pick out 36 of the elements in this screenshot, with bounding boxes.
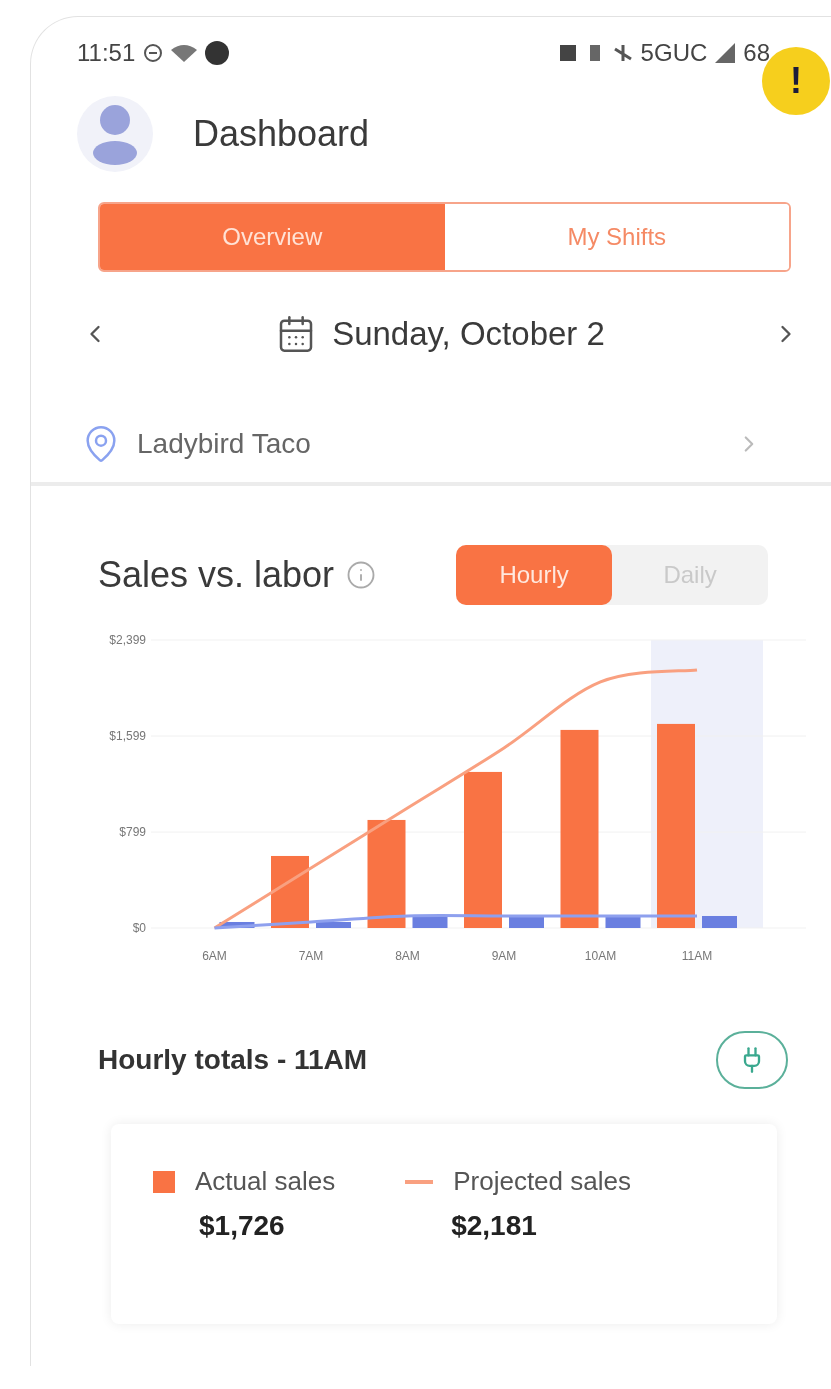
- plug-badge[interactable]: [716, 1031, 788, 1089]
- axis-label: $1,599: [109, 729, 146, 744]
- total-value: $2,181: [451, 1209, 538, 1243]
- mute-icon: [612, 43, 633, 63]
- axis-label: $0: [132, 921, 146, 935]
- network-label: 5GUC: [640, 38, 708, 68]
- axis-label: 9AM: [491, 949, 517, 963]
- status-time: 11:51: [77, 38, 136, 68]
- tab[interactable]: Overview: [100, 204, 445, 270]
- axis-label: $799: [119, 825, 146, 840]
- chart-bar: [316, 922, 351, 928]
- signal-icon: [715, 43, 736, 63]
- axis-label: $2,399: [109, 633, 146, 647]
- legend-label: Actual sales: [195, 1165, 336, 1198]
- info-icon: [346, 560, 377, 590]
- total-value: $1,726: [199, 1209, 286, 1243]
- axis-label: 7AM: [298, 949, 324, 963]
- page-title: Dashboard: [193, 112, 370, 156]
- toggle-option[interactable]: Hourly: [456, 545, 613, 605]
- legend-label: Projected sales: [453, 1165, 631, 1198]
- vibrate-icon: [588, 44, 601, 62]
- chart-bar: [219, 922, 255, 928]
- axis-label: 6AM: [202, 949, 227, 963]
- dnd-icon: [143, 43, 164, 63]
- axis-label: 8AM: [395, 949, 420, 963]
- location-name: Ladybird Taco: [137, 427, 311, 461]
- chart-bar: [702, 916, 737, 928]
- date-label: Sunday, October 2: [332, 314, 605, 355]
- axis-label: 11AM: [681, 949, 713, 963]
- location-row[interactable]: Ladybird Taco: [31, 406, 831, 486]
- section-title: Hourly totals - 11AM: [98, 1043, 368, 1077]
- nfc-icon: [558, 44, 577, 62]
- axis-label: 10AM: [584, 949, 617, 963]
- section-title: Sales vs. labor: [98, 553, 335, 597]
- wifi-icon: [171, 44, 198, 62]
- app-icon: [205, 41, 230, 65]
